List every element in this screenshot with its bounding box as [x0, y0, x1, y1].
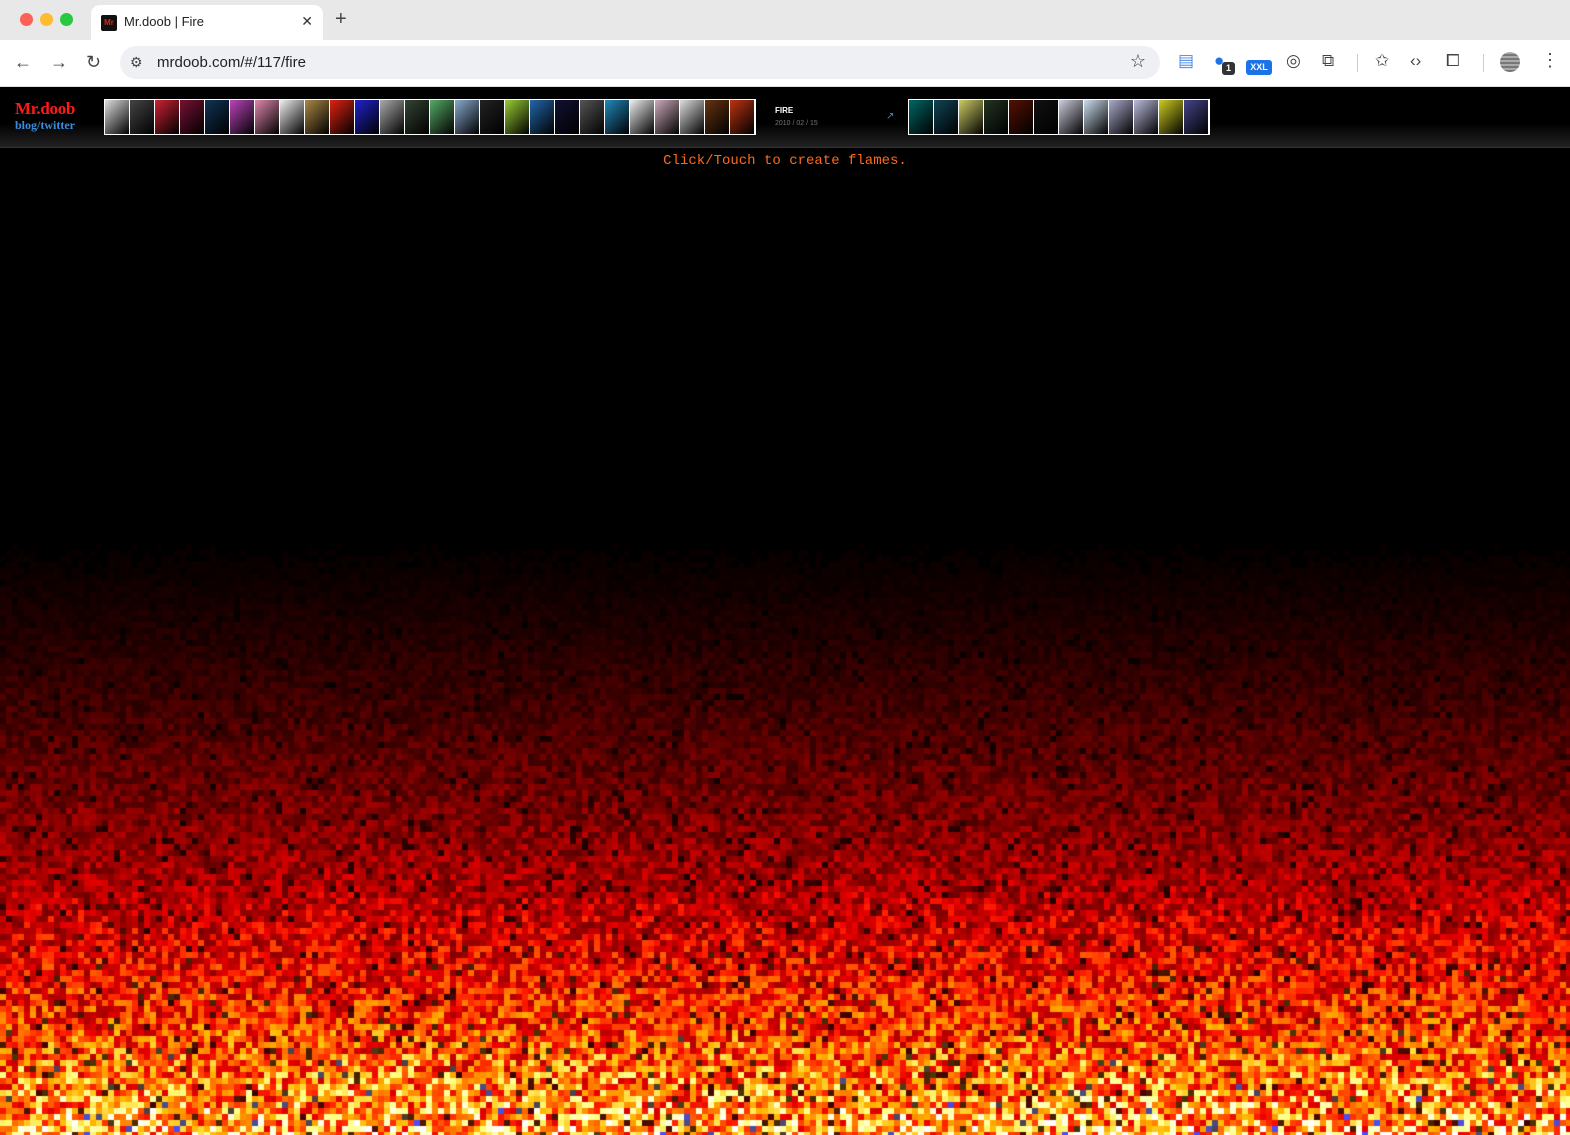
- avatar[interactable]: [1500, 52, 1520, 72]
- experiment-date: 2010 / 02 / 15: [775, 120, 818, 127]
- browser-tab[interactable]: Mr Mr.doob | Fire ✕: [91, 5, 323, 40]
- experiment-thumbnail[interactable]: [355, 100, 379, 134]
- experiment-thumbnail[interactable]: [984, 100, 1008, 134]
- blog-twitter-link[interactable]: blog/twitter: [15, 118, 75, 133]
- code-icon[interactable]: ‹›: [1410, 51, 1421, 71]
- experiment-thumbnail[interactable]: [555, 100, 579, 134]
- close-tab-icon[interactable]: ✕: [301, 13, 313, 30]
- experiment-thumbnail[interactable]: [909, 100, 933, 134]
- experiment-thumbnail[interactable]: [1009, 100, 1033, 134]
- site-header: Mr.doob blog/twitter FIRE 2010 / 02 / 15…: [0, 87, 1570, 148]
- experiment-thumbnail[interactable]: [280, 100, 304, 134]
- tab-title: Mr.doob | Fire: [124, 14, 204, 29]
- experiment-thumbnail[interactable]: [130, 100, 154, 134]
- site-info-icon[interactable]: ⚙: [130, 54, 143, 71]
- experiment-thumbnail[interactable]: [934, 100, 958, 134]
- experiment-thumbnail[interactable]: [1084, 100, 1108, 134]
- reading-list-icon[interactable]: ✩: [1375, 51, 1389, 71]
- url-text[interactable]: mrdoob.com/#/117/fire: [157, 54, 306, 71]
- reload-icon[interactable]: ↻: [86, 52, 101, 73]
- experiment-thumbnail[interactable]: [959, 100, 983, 134]
- experiment-thumbnail[interactable]: [430, 100, 454, 134]
- experiment-thumbnail[interactable]: [105, 100, 129, 134]
- toolbar-divider: [1483, 54, 1484, 72]
- experiment-thumbnail[interactable]: [205, 100, 229, 134]
- browser-toolbar: ← → ↻ ⚙ mrdoob.com/#/117/fire ☆ ▤ ● 1 XX…: [0, 40, 1570, 87]
- forward-arrow-icon[interactable]: →: [50, 52, 68, 73]
- toolbar-divider: [1357, 54, 1358, 72]
- experiment-thumbnail[interactable]: [405, 100, 429, 134]
- browser-tabstrip: Mr Mr.doob | Fire ✕ +: [0, 0, 1570, 40]
- bookmark-star-icon[interactable]: ☆: [1130, 51, 1146, 72]
- site-logo[interactable]: Mr.doob: [15, 99, 75, 119]
- experiment-thumbnail[interactable]: [330, 100, 354, 134]
- experiment-thumbnail[interactable]: [1059, 100, 1083, 134]
- close-window-button[interactable]: [20, 13, 33, 26]
- experiment-thumbnail[interactable]: [1134, 100, 1158, 134]
- next-experiments-strip[interactable]: [908, 99, 1210, 135]
- experiment-thumbnail[interactable]: [455, 100, 479, 134]
- experiment-thumbnail[interactable]: [1034, 100, 1058, 134]
- puzzle-icon[interactable]: ⧉: [1322, 51, 1334, 71]
- back-arrow-icon[interactable]: ←: [14, 52, 32, 73]
- experiment-thumbnail[interactable]: [580, 100, 604, 134]
- experiment-thumbnail[interactable]: [680, 100, 704, 134]
- experiment-thumbnail[interactable]: [180, 100, 204, 134]
- experiment-thumbnail[interactable]: [1184, 100, 1208, 134]
- experiment-thumbnail[interactable]: [730, 100, 754, 134]
- experiment-thumbnail[interactable]: [230, 100, 254, 134]
- new-tab-button[interactable]: +: [335, 8, 347, 31]
- fire-canvas[interactable]: [0, 148, 1570, 1135]
- document-extension-icon[interactable]: ▤: [1178, 51, 1194, 71]
- minimize-window-button[interactable]: [40, 13, 53, 26]
- page-content: Mr.doob blog/twitter FIRE 2010 / 02 / 15…: [0, 87, 1570, 1135]
- maximize-window-button[interactable]: [60, 13, 73, 26]
- tab-search-icon[interactable]: ⧠: [1446, 51, 1460, 71]
- experiment-thumbnail[interactable]: [305, 100, 329, 134]
- experiment-title: FIRE: [775, 106, 793, 115]
- extension-icon[interactable]: ◎: [1286, 51, 1301, 71]
- xxl-extension-badge[interactable]: XXL: [1246, 60, 1272, 75]
- experiment-thumbnail[interactable]: [605, 100, 629, 134]
- external-link-icon[interactable]: ↗: [886, 111, 894, 122]
- extension-count-badge: 1: [1222, 62, 1235, 75]
- experiment-thumbnail[interactable]: [380, 100, 404, 134]
- experiment-thumbnail[interactable]: [505, 100, 529, 134]
- experiment-thumbnail[interactable]: [1109, 100, 1133, 134]
- experiment-thumbnail[interactable]: [155, 100, 179, 134]
- previous-experiments-strip[interactable]: [104, 99, 756, 135]
- experiment-thumbnail[interactable]: [705, 100, 729, 134]
- experiment-thumbnail[interactable]: [630, 100, 654, 134]
- instructions-text: Click/Touch to create flames.: [0, 153, 1570, 169]
- experiment-thumbnail[interactable]: [255, 100, 279, 134]
- menu-icon[interactable]: ⋮: [1541, 50, 1559, 71]
- experiment-thumbnail[interactable]: [1159, 100, 1183, 134]
- experiment-thumbnail[interactable]: [480, 100, 504, 134]
- experiment-thumbnail[interactable]: [655, 100, 679, 134]
- tab-favicon: Mr: [101, 15, 117, 31]
- address-bar[interactable]: ⚙ mrdoob.com/#/117/fire ☆: [120, 46, 1160, 79]
- experiment-thumbnail[interactable]: [530, 100, 554, 134]
